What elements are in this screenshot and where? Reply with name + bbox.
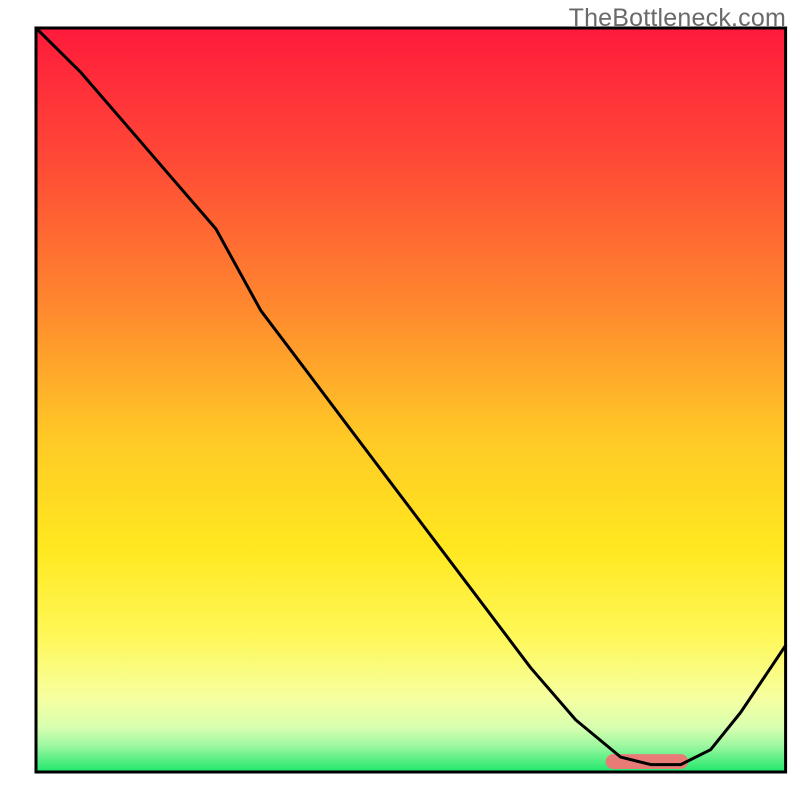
chart-container: TheBottleneck.com xyxy=(0,0,800,800)
bottleneck-chart xyxy=(0,0,800,800)
watermark-text: TheBottleneck.com xyxy=(569,4,786,33)
gradient-background xyxy=(36,28,786,772)
